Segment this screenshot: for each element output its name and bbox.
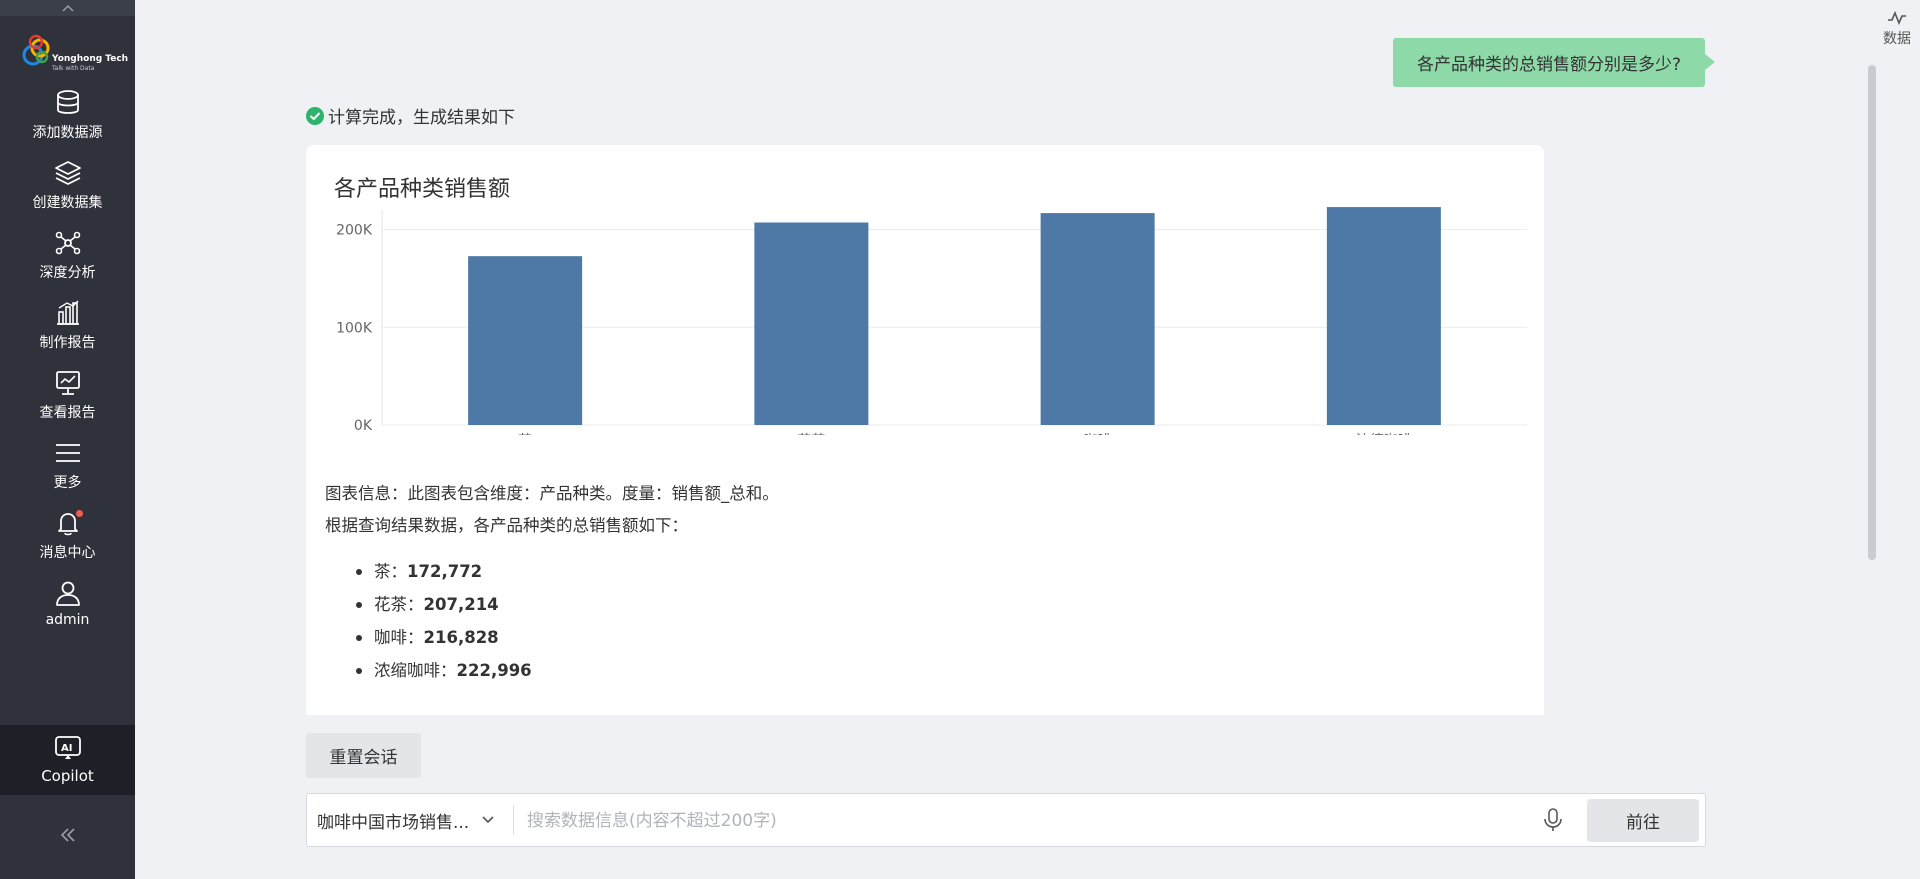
x-tick-label: 花茶 [797,433,825,435]
sidebar-item-label: 消息中心 [39,545,96,561]
chevron-down-icon [482,816,494,824]
sidebar-item-label: 深度分析 [39,265,96,281]
answer-text: 图表信息：此图表包含维度：产品种类。度量：销售额_总和。 根据查询结果数据，各产… [325,478,779,542]
search-input[interactable] [525,804,1329,838]
go-button[interactable]: 前往 [1587,799,1699,842]
user-icon [55,581,80,606]
sidebar-scroll-up[interactable] [0,0,135,16]
reset-conversation-button[interactable]: 重置会话 [306,733,421,778]
sidebar-item-message-center[interactable]: 消息中心 [0,508,135,570]
database-icon [56,90,79,114]
sidebar-item-view-report[interactable]: 查看报告 [0,368,135,430]
logo-subtext: Talk with Data [52,65,95,72]
svg-text:AI: AI [61,743,72,754]
notification-dot [76,510,83,517]
bar [1040,213,1155,425]
bar-chart: 0K 100K 200K 茶 花茶 咖啡 浓缩咖啡 [336,207,1527,435]
x-tick-label: 咖啡 [1084,433,1112,435]
result-status-text: 计算完成，生成结果如下 [328,108,515,128]
chart-info: 图表信息：此图表包含维度：产品种类。度量：销售额_总和。 [325,484,779,503]
dataset-select-value: 咖啡中国市场销售... [317,812,470,833]
sidebar-item-label: Copilot [41,767,94,785]
dataset-select[interactable]: 咖啡中国市场销售... [317,794,495,846]
y-tick-label: 100K [336,320,373,336]
sidebar-item-admin[interactable]: admin [0,578,135,640]
chart-title: 各产品种类销售额 [334,177,511,202]
sidebar-item-make-report[interactable]: 制作报告 [0,298,135,360]
answer-intro: 根据查询结果数据，各产品种类的总销售额如下： [325,516,688,535]
list-item: 花茶：207,214 [356,588,532,621]
sidebar-item-label: 查看报告 [39,405,96,421]
bar [468,256,583,425]
sidebar-item-create-dataset[interactable]: 创建数据集 [0,158,135,220]
sidebar-item-deep-analysis[interactable]: 深度分析 [0,228,135,290]
result-card: 各产品种类销售额 0K 100K 200K 茶 花茶 咖啡 浓缩咖啡 图表信息：此图表包含维… [306,145,1544,715]
answer-list: 茶：172,772 花茶：207,214 咖啡：216,828 浓缩咖啡：222… [356,555,532,687]
data-panel-button[interactable]: 数据 [1874,8,1920,48]
microphone-icon[interactable] [1542,807,1564,833]
divider [513,805,514,835]
network-icon [55,231,80,255]
logo-icon [22,34,50,66]
sidebar-item-add-datasource[interactable]: 添加数据源 [0,88,135,150]
bar [754,222,869,425]
ai-icon: AI [54,736,81,759]
monitor-chart-icon [55,371,80,395]
list-item: 浓缩咖啡：222,996 [356,654,532,687]
sidebar-item-label: admin [45,612,90,628]
sidebar-item-label: 创建数据集 [32,195,103,211]
sidebar: Yonghong Tech Talk with Data 添加数据源 创建数据集… [0,0,135,879]
bar-chart-icon [56,300,79,325]
layers-icon [54,161,81,185]
pulse-icon [1888,10,1906,26]
bar [1326,207,1441,425]
sidebar-item-label: 更多 [53,475,82,491]
right-rail: 数据 [1874,0,1920,879]
double-chevron-left-icon [60,828,75,842]
logo-text: Yonghong Tech [52,54,129,64]
sidebar-item-label: 制作报告 [39,335,96,351]
y-tick-label: 200K [336,223,373,239]
chevron-up-icon [61,4,74,12]
x-tick-label: 浓缩咖啡 [1356,433,1412,435]
sidebar-item-copilot[interactable]: AI Copilot [0,725,135,795]
data-panel-label: 数据 [1883,31,1911,47]
query-bar: 咖啡中国市场销售... 前往 [306,793,1706,847]
user-question-bubble: 各产品种类的总销售额分别是多少? [1393,38,1715,87]
sidebar-item-more[interactable]: 更多 [0,438,135,500]
list-item: 咖啡：216,828 [356,621,532,654]
sidebar-item-label: 添加数据源 [32,125,103,141]
y-tick-label: 0K [354,418,373,434]
menu-icon [55,444,80,462]
sidebar-collapse-button[interactable] [0,815,135,855]
x-tick-label: 茶 [518,433,532,435]
logo: Yonghong Tech Talk with Data [20,32,128,74]
result-status: 计算完成，生成结果如下 [306,103,515,128]
list-item: 茶：172,772 [356,555,532,588]
check-circle-icon [306,106,324,125]
chat-scrollbar[interactable] [1868,65,1876,560]
